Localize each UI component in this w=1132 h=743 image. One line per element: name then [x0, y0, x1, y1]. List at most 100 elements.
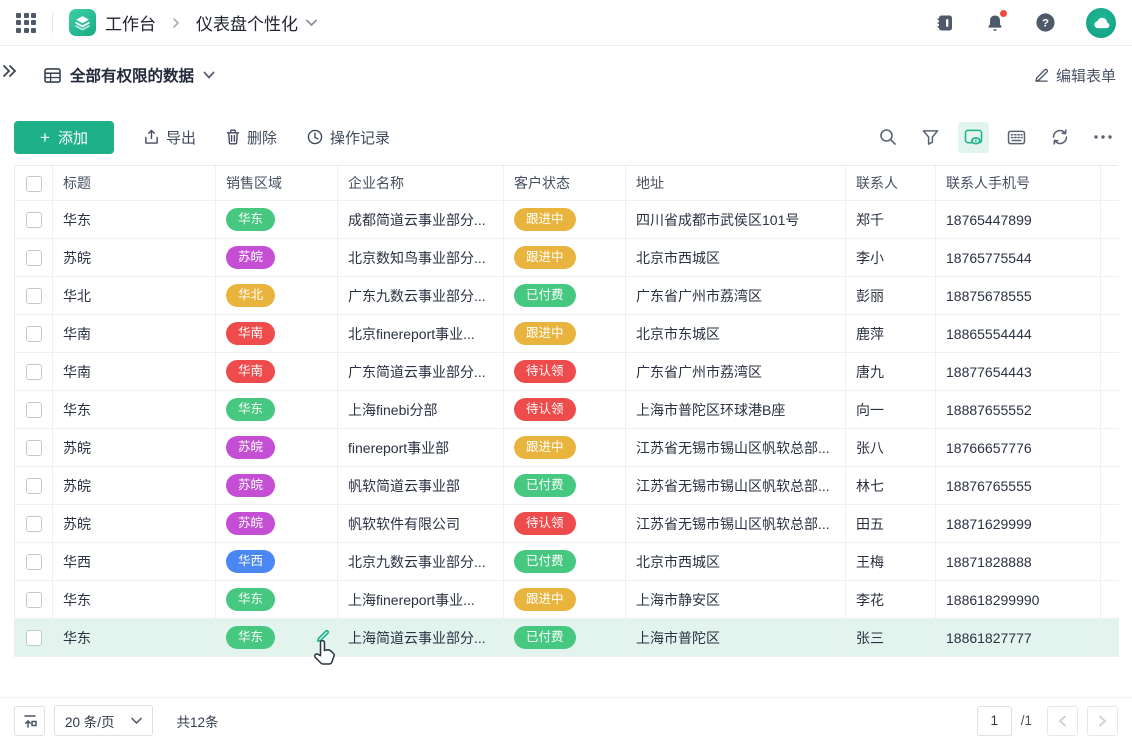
- cell-contact: 鹿萍: [846, 315, 936, 353]
- cell-company: 广东简道云事业部分...: [338, 353, 504, 391]
- cell-company: 广东九数云事业部分...: [338, 277, 504, 315]
- row-checkbox[interactable]: [26, 592, 42, 608]
- cell-address: 北京市西城区: [626, 239, 846, 277]
- row-checkbox[interactable]: [26, 212, 42, 228]
- view-selector[interactable]: 全部有权限的数据: [44, 64, 215, 86]
- app-launcher-icon[interactable]: [16, 13, 36, 33]
- cell-title: 华东: [53, 619, 216, 657]
- cell-phone: 18877654443: [936, 353, 1101, 391]
- region-badge: 苏皖: [226, 436, 275, 460]
- table-row[interactable]: 苏皖苏皖帆软简道云事业部已付费江苏省无锡市锡山区帆软总部...林七1887676…: [15, 467, 1119, 505]
- cell-title: 苏皖: [53, 429, 216, 467]
- operation-log-button[interactable]: 操作记录: [307, 127, 390, 148]
- row-checkbox[interactable]: [26, 478, 42, 494]
- table-row[interactable]: 苏皖苏皖帆软软件有限公司待认领江苏省无锡市锡山区帆软总部...田五1887162…: [15, 505, 1119, 543]
- table-row[interactable]: 苏皖苏皖北京数知鸟事业部分...跟进中北京市西城区李小18765775544: [15, 239, 1119, 277]
- table-row[interactable]: 华南华南广东简道云事业部分...待认领广东省广州市荔湾区唐九1887765444…: [15, 353, 1119, 391]
- cell-title: 华东: [53, 581, 216, 619]
- row-checkbox[interactable]: [26, 250, 42, 266]
- cell-title: 华南: [53, 315, 216, 353]
- cell-spacer: [1101, 239, 1119, 277]
- rows-per-page-select[interactable]: 20 条/页: [54, 705, 153, 736]
- cell-region: 华东: [216, 581, 338, 619]
- cell-contact: 李小: [846, 239, 936, 277]
- collapse-sidebar-icon[interactable]: [2, 64, 18, 78]
- cell-phone: 18765447899: [936, 201, 1101, 239]
- workspace-home-link[interactable]: 工作台: [69, 9, 156, 36]
- table-row[interactable]: 华东华东上海简道云事业部分...已付费上海市普陀区张三18861827777: [15, 619, 1119, 657]
- topnav-actions: ?: [935, 8, 1116, 38]
- user-avatar[interactable]: [1086, 8, 1116, 38]
- header-spacer-cell: [1101, 166, 1119, 201]
- status-badge: 跟进中: [514, 588, 576, 612]
- cell-contact: 彭丽: [846, 277, 936, 315]
- cell-status: 已付费: [504, 619, 626, 657]
- row-checkbox[interactable]: [26, 402, 42, 418]
- search-icon[interactable]: [872, 122, 903, 153]
- cell-status: 跟进中: [504, 201, 626, 239]
- refresh-icon[interactable]: [1044, 122, 1075, 153]
- view-header: 全部有权限的数据 编辑表单: [0, 46, 1132, 104]
- row-checkbox[interactable]: [26, 364, 42, 380]
- cell-region: 华南: [216, 315, 338, 353]
- more-icon[interactable]: [1087, 122, 1118, 153]
- row-checkbox-cell: [15, 239, 53, 277]
- row-checkbox[interactable]: [26, 516, 42, 532]
- row-checkbox[interactable]: [26, 554, 42, 570]
- row-checkbox[interactable]: [26, 288, 42, 304]
- cell-region: 华东: [216, 201, 338, 239]
- edit-form-button[interactable]: 编辑表单: [1034, 65, 1116, 86]
- add-label: 添加: [58, 127, 88, 148]
- cell-title: 华东: [53, 201, 216, 239]
- region-badge: 华东: [226, 398, 275, 422]
- cell-spacer: [1101, 543, 1119, 581]
- row-checkbox[interactable]: [26, 630, 42, 646]
- table-row[interactable]: 华东华东成都简道云事业部分...跟进中四川省成都市武侯区101号郑千187654…: [15, 201, 1119, 239]
- cell-title: 华北: [53, 277, 216, 315]
- cell-status: 已付费: [504, 543, 626, 581]
- cell-region: 华北: [216, 277, 338, 315]
- cell-phone: 18871629999: [936, 505, 1101, 543]
- cell-company: 北京数知鸟事业部分...: [338, 239, 504, 277]
- current-page-input[interactable]: 1: [977, 706, 1012, 736]
- select-all-checkbox[interactable]: [26, 176, 42, 192]
- table-row[interactable]: 华西华西北京九数云事业部分...已付费北京市西城区王梅18871828888: [15, 543, 1119, 581]
- chevron-down-icon: [131, 717, 142, 725]
- prev-page-button[interactable]: [1047, 706, 1078, 736]
- status-badge: 跟进中: [514, 246, 576, 270]
- pin-top-icon[interactable]: [14, 706, 45, 736]
- cell-spacer: [1101, 391, 1119, 429]
- row-checkbox-cell: [15, 467, 53, 505]
- filter-icon[interactable]: [915, 122, 946, 153]
- cell-status: 跟进中: [504, 429, 626, 467]
- table-row[interactable]: 华东华东上海finebi分部待认领上海市普陀区环球港B座向一1888765555…: [15, 391, 1119, 429]
- rows-per-page-value: 20 条/页: [65, 711, 115, 731]
- page-switcher-caret-icon[interactable]: [306, 19, 317, 27]
- table-row[interactable]: 华东华东上海finereport事业...跟进中上海市静安区李花18861829…: [15, 581, 1119, 619]
- cell-phone: 18865554444: [936, 315, 1101, 353]
- notifications-bell-icon[interactable]: [985, 13, 1005, 33]
- divider: [52, 13, 53, 33]
- add-button[interactable]: + 添加: [14, 121, 114, 154]
- status-badge: 已付费: [514, 550, 576, 574]
- cell-phone: 18887655552: [936, 391, 1101, 429]
- cell-spacer: [1101, 619, 1119, 657]
- export-button[interactable]: 导出: [144, 127, 196, 148]
- cell-contact: 郑千: [846, 201, 936, 239]
- cell-company: 帆软简道云事业部: [338, 467, 504, 505]
- cell-phone: 18871828888: [936, 543, 1101, 581]
- hand-cursor-icon: [311, 640, 337, 673]
- row-checkbox[interactable]: [26, 440, 42, 456]
- next-page-button[interactable]: [1087, 706, 1118, 736]
- cell-contact: 王梅: [846, 543, 936, 581]
- org-directory-icon[interactable]: [935, 13, 955, 33]
- row-checkbox[interactable]: [26, 326, 42, 342]
- help-icon[interactable]: ?: [1035, 12, 1056, 33]
- field-display-icon[interactable]: [1001, 122, 1032, 153]
- delete-button[interactable]: 删除: [226, 127, 277, 148]
- workspace-name: 工作台: [105, 10, 156, 35]
- card-view-icon[interactable]: [958, 122, 989, 153]
- table-row[interactable]: 苏皖苏皖finereport事业部跟进中江苏省无锡市锡山区帆软总部...张八18…: [15, 429, 1119, 467]
- table-row[interactable]: 华南华南北京finereport事业...跟进中北京市东城区鹿萍18865554…: [15, 315, 1119, 353]
- table-row[interactable]: 华北华北广东九数云事业部分...已付费广东省广州市荔湾区彭丽1887567855…: [15, 277, 1119, 315]
